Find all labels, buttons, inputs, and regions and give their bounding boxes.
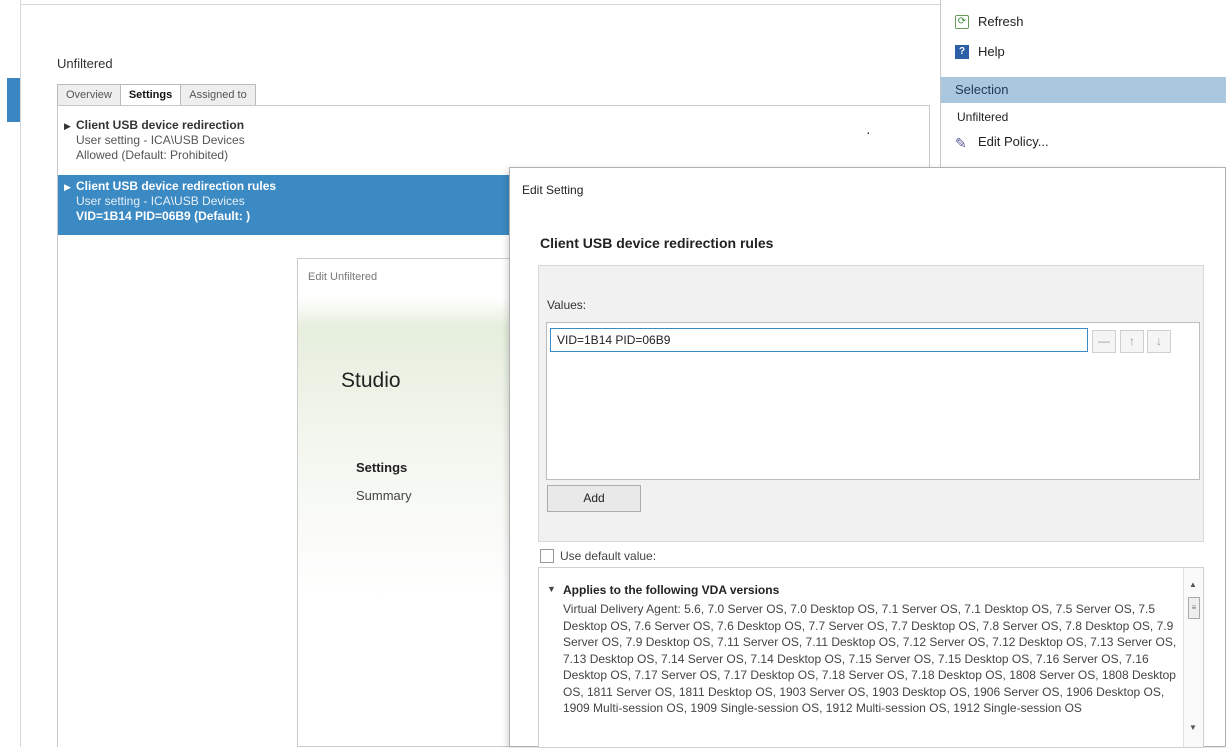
edit-unfiltered-dialog: Edit Unfiltered Studio Settings Summary: [297, 258, 522, 747]
move-up-button[interactable]: ↑: [1120, 330, 1144, 353]
refresh-icon: ⟳: [955, 14, 969, 29]
refresh-label: Refresh: [978, 14, 1024, 29]
values-label: Values:: [547, 298, 587, 312]
scroll-up-arrow-icon[interactable]: ▲: [1189, 580, 1197, 589]
values-panel: Values: — ↑ ↓ Add: [538, 265, 1204, 542]
tab-overview[interactable]: Overview: [57, 84, 121, 106]
help-label: Help: [978, 44, 1005, 59]
setting-value: Allowed (Default: Prohibited): [76, 148, 229, 162]
setting-heading: Client USB device redirection rules: [540, 235, 774, 251]
help-action[interactable]: ? Help: [955, 44, 1005, 59]
applies-text: Virtual Delivery Agent: 5.6, 7.0 Server …: [563, 602, 1177, 715]
cursor-dot: ·: [866, 124, 871, 140]
wizard-nav-summary[interactable]: Summary: [356, 488, 412, 503]
setting-scope: User setting - ICA\USB Devices: [76, 133, 245, 147]
tab-assigned-to[interactable]: Assigned to: [180, 84, 256, 106]
app-name: Studio: [341, 369, 401, 392]
remove-value-button[interactable]: —: [1092, 330, 1116, 353]
selection-subheading: Unfiltered: [957, 110, 1009, 124]
scroll-thumb[interactable]: ≡: [1188, 597, 1200, 619]
left-divider: [20, 0, 21, 747]
wizard-nav-settings[interactable]: Settings: [356, 460, 407, 475]
left-nav-selection-strip: [7, 78, 20, 122]
tab-settings[interactable]: Settings: [119, 84, 182, 106]
setting-name: Client USB device redirection: [76, 118, 245, 132]
tab-bar: Overview Settings Assigned to: [57, 84, 256, 106]
applies-to-panel: ▼ Applies to the following VDA versions …: [538, 567, 1204, 748]
use-default-label: Use default value:: [560, 549, 657, 563]
setting-row-usb-redirection[interactable]: ▶ Client USB device redirection User set…: [58, 114, 929, 167]
help-icon: ?: [955, 44, 969, 59]
value-input[interactable]: [550, 328, 1088, 352]
scroll-down-arrow-icon[interactable]: ▼: [1189, 723, 1197, 732]
selection-section-header[interactable]: Selection: [941, 77, 1226, 103]
top-divider: [20, 4, 940, 5]
use-default-checkbox[interactable]: [540, 549, 554, 563]
dialog-title: Edit Setting: [522, 183, 584, 197]
move-down-button[interactable]: ↓: [1147, 330, 1171, 353]
edit-setting-dialog: Edit Setting Client USB device redirecti…: [509, 167, 1226, 748]
expand-arrow-icon[interactable]: ▶: [64, 180, 71, 195]
collapse-arrow-icon[interactable]: ▼: [547, 584, 556, 594]
expand-arrow-icon[interactable]: ▶: [64, 119, 71, 134]
edit-policy-action[interactable]: ✎ Edit Policy...: [955, 134, 1049, 151]
dialog-title: Edit Unfiltered: [308, 271, 378, 283]
applies-title: Applies to the following VDA versions: [563, 583, 780, 597]
edit-policy-label: Edit Policy...: [978, 134, 1049, 149]
values-list: — ↑ ↓: [546, 322, 1200, 480]
applies-scrollbar[interactable]: ▲ ≡ ▼: [1183, 568, 1203, 747]
edit-policy-icon: ✎: [955, 134, 967, 151]
refresh-action[interactable]: ⟳ Refresh: [955, 14, 1024, 29]
policy-title: Unfiltered: [57, 56, 113, 71]
use-default-row[interactable]: Use default value:: [540, 549, 656, 563]
add-button[interactable]: Add: [547, 485, 641, 512]
